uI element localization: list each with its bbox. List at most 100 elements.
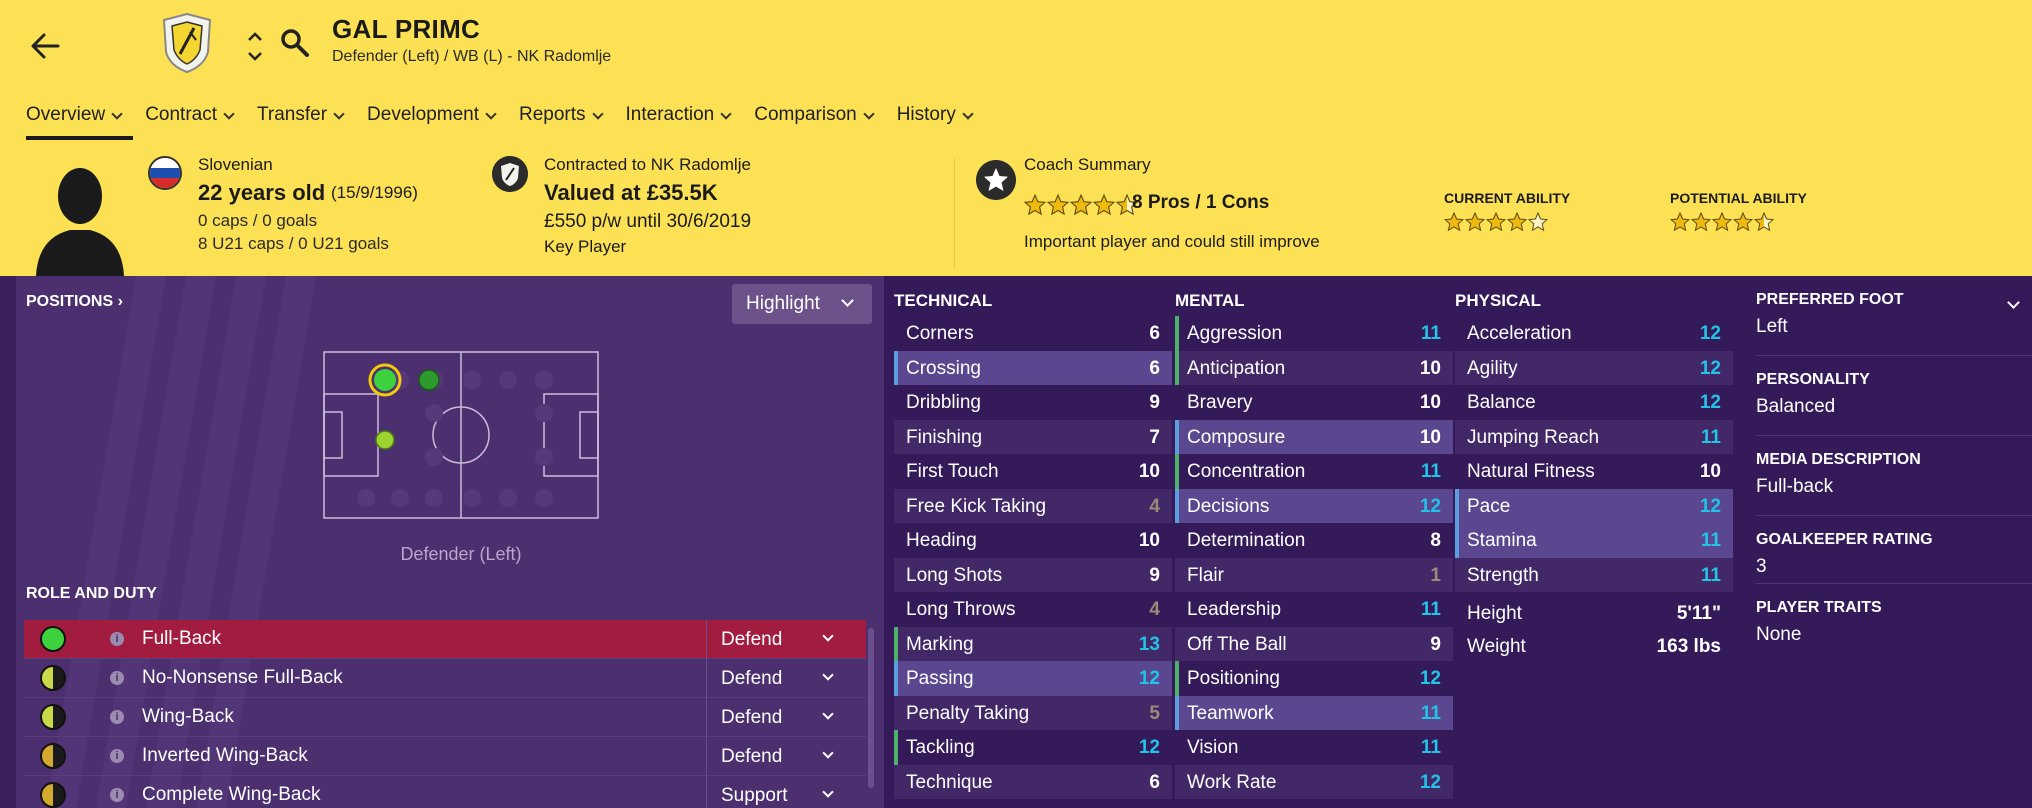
attribute-row[interactable]: Positioning 12 <box>1175 661 1453 696</box>
goalkeeper-rating-block: GOALKEEPER RATING 3 <box>1756 516 2032 584</box>
attribute-row[interactable]: Marking 13 <box>894 626 1172 661</box>
attribute-row[interactable]: Long Throws 4 <box>894 592 1172 627</box>
attribute-row[interactable]: Natural Fitness 10 <box>1455 454 1733 489</box>
competent-position-marker <box>375 430 395 450</box>
tab-comparison[interactable]: Comparison <box>742 96 884 140</box>
info-icon[interactable]: i <box>110 671 124 685</box>
attribute-row[interactable]: Stamina 11 <box>1455 523 1733 558</box>
attribute-row[interactable]: Penalty Taking 5 <box>894 695 1172 730</box>
role-suitability-icon <box>40 743 66 769</box>
positions-title[interactable]: POSITIONS › <box>26 293 123 311</box>
prev-next-player-icon[interactable] <box>244 26 266 66</box>
attribute-name: Balance <box>1467 392 1536 413</box>
info-icon[interactable]: i <box>110 710 124 724</box>
info-icon[interactable]: i <box>110 788 124 802</box>
attribute-row[interactable]: Pace 12 <box>1455 488 1733 523</box>
attribute-name: Positioning <box>1187 668 1280 689</box>
attribute-row[interactable]: Off The Ball 9 <box>1175 626 1453 661</box>
attribute-value: 4 <box>1149 599 1160 620</box>
duty-dropdown[interactable]: Defend <box>706 659 854 697</box>
attribute-value: 11 <box>1700 564 1721 586</box>
tab-reports[interactable]: Reports <box>507 96 614 140</box>
player-name: GAL PRIMC <box>332 14 481 44</box>
attribute-value: 12 <box>1138 668 1160 689</box>
attribute-name: Concentration <box>1187 461 1306 482</box>
attribute-row[interactable]: Bravery 10 <box>1175 385 1453 420</box>
attribute-value: 12 <box>1138 737 1160 758</box>
tab-overview[interactable]: Overview <box>14 96 134 140</box>
media-description-value: Full-back <box>1756 476 1834 497</box>
role-row[interactable]: i Wing-Back Defend <box>24 698 866 737</box>
duty-dropdown[interactable]: Defend <box>706 620 854 658</box>
role-row[interactable]: i Full-Back Defend <box>24 620 866 659</box>
duty-dropdown[interactable]: Defend <box>706 698 854 736</box>
role-list-scrollbar[interactable] <box>868 628 874 788</box>
attribute-row[interactable]: First Touch 10 <box>894 454 1172 489</box>
position-pitch[interactable] <box>306 346 616 546</box>
attribute-row[interactable]: Teamwork 11 <box>1175 695 1453 730</box>
attribute-row[interactable]: Strength 11 <box>1455 557 1733 592</box>
attribute-row[interactable]: Work Rate 12 <box>1175 764 1453 799</box>
contract-club[interactable]: Contracted to NK Radomlje <box>544 155 751 175</box>
tab-contract[interactable]: Contract <box>133 96 245 140</box>
back-arrow-icon[interactable] <box>28 28 64 64</box>
attribute-row[interactable]: Composure 10 <box>1175 419 1453 454</box>
attribute-value: 11 <box>1700 426 1721 448</box>
role-row[interactable]: i Complete Wing-Back Support <box>24 776 866 808</box>
attribute-row[interactable]: Flair 1 <box>1175 557 1453 592</box>
tab-label: Interaction <box>625 104 715 125</box>
club-badge-icon[interactable] <box>492 156 528 192</box>
duty-dropdown[interactable]: Defend <box>706 737 854 775</box>
attribute-row[interactable]: Decisions 12 <box>1175 488 1453 523</box>
weight-row: Weight 163 lbs <box>1455 629 1733 662</box>
attribute-row[interactable]: Technique 6 <box>894 764 1172 799</box>
attribute-row[interactable]: Long Shots 9 <box>894 557 1172 592</box>
tab-history[interactable]: History <box>885 96 984 140</box>
attribute-row[interactable]: Jumping Reach 11 <box>1455 419 1733 454</box>
attribute-row[interactable]: Aggression 11 <box>1175 316 1453 351</box>
chevron-down-icon[interactable] <box>2007 296 2020 309</box>
attribute-row[interactable]: Vision 11 <box>1175 730 1453 765</box>
goalkeeper-rating-label: GOALKEEPER RATING <box>1756 531 1933 548</box>
role-suitability-icon <box>40 665 66 691</box>
attribute-row[interactable]: Corners 6 <box>894 316 1172 351</box>
attribute-row[interactable]: Free Kick Taking 4 <box>894 488 1172 523</box>
pros-cons[interactable]: 8 Pros / 1 Cons <box>1132 192 1269 214</box>
star-icon <box>1444 212 1464 232</box>
nationality[interactable]: Slovenian <box>198 155 273 175</box>
attribute-row[interactable]: Anticipation 10 <box>1175 350 1453 385</box>
attribute-row[interactable]: Balance 12 <box>1455 385 1733 420</box>
info-icon[interactable]: i <box>110 749 124 763</box>
attribute-value: 12 <box>1419 668 1441 689</box>
tab-development[interactable]: Development <box>355 96 507 140</box>
attribute-row[interactable]: Heading 10 <box>894 523 1172 558</box>
attribute-row[interactable]: Crossing 6 <box>894 350 1172 385</box>
attribute-row[interactable]: Leadership 11 <box>1175 592 1453 627</box>
attribute-name: Decisions <box>1187 495 1270 517</box>
attribute-value: 12 <box>1699 392 1721 413</box>
attribute-row[interactable]: Concentration 11 <box>1175 454 1453 489</box>
search-icon[interactable] <box>280 28 310 58</box>
attribute-row[interactable]: Tackling 12 <box>894 730 1172 765</box>
nationality-flag-icon[interactable] <box>148 156 182 190</box>
attribute-row[interactable]: Dribbling 9 <box>894 385 1172 420</box>
height-value: 5'11" <box>1676 603 1721 624</box>
attribute-row[interactable]: Determination 8 <box>1175 523 1453 558</box>
attribute-row[interactable]: Agility 12 <box>1455 350 1733 385</box>
player-traits-block: PLAYER TRAITS None <box>1756 584 2032 664</box>
role-row[interactable]: i No-Nonsense Full-Back Defend <box>24 659 866 698</box>
attribute-name: Strength <box>1467 564 1539 586</box>
duty-label: Defend <box>721 746 783 767</box>
attribute-row[interactable]: Passing 12 <box>894 661 1172 696</box>
attribute-row[interactable]: Acceleration 12 <box>1455 316 1733 351</box>
role-row[interactable]: i Inverted Wing-Back Defend <box>24 737 866 776</box>
attributes-panel: TECHNICAL MENTAL PHYSICAL Corners 6 Crossi… <box>884 276 2032 808</box>
duty-dropdown[interactable]: Support <box>706 776 854 808</box>
personality-block: PERSONALITY Balanced <box>1756 356 2032 436</box>
tab-transfer[interactable]: Transfer <box>245 96 355 140</box>
tab-interaction[interactable]: Interaction <box>614 96 743 140</box>
highlight-dropdown[interactable]: Highlight <box>732 284 872 324</box>
info-icon[interactable]: i <box>110 632 124 646</box>
attribute-row[interactable]: Finishing 7 <box>894 419 1172 454</box>
club-crest-icon[interactable] <box>160 12 214 74</box>
